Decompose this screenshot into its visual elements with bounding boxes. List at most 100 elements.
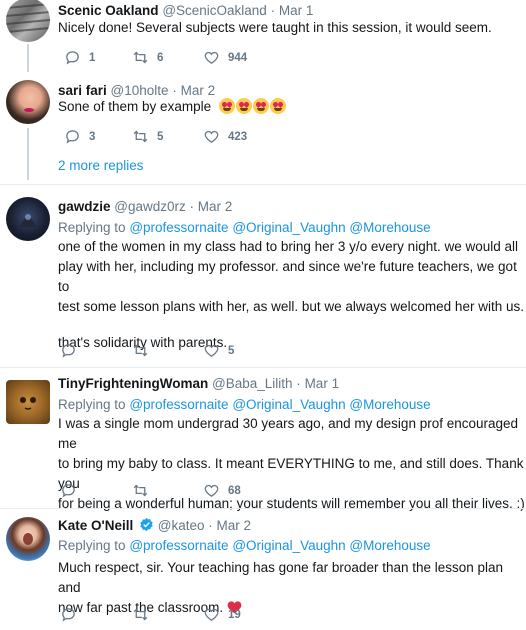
tweet-gawdzie[interactable]: gawdzie @gawdz0rz · Mar 2 Replying to @p… <box>0 185 526 365</box>
heart-eyes-emoji-group <box>218 98 287 114</box>
display-name[interactable]: gawdzie <box>58 199 111 214</box>
reply-icon <box>66 51 79 65</box>
tweet-text-body: Sone of them by example <box>58 99 212 114</box>
replying-to: Replying to @professornaite @Original_Va… <box>58 397 431 412</box>
replying-to: Replying to @professornaite @Original_Va… <box>58 220 431 235</box>
like-count: 423 <box>228 130 248 143</box>
separator-dot: · <box>208 518 213 533</box>
display-name[interactable]: Scenic Oakland <box>58 3 159 18</box>
mention-link[interactable]: @professornaite <box>129 397 228 412</box>
like-button[interactable]: 68 <box>203 482 241 499</box>
like-count: 68 <box>228 484 241 497</box>
timestamp[interactable]: Mar 2 <box>217 518 252 533</box>
tweet-text-line: play with her, including my professor. a… <box>58 259 517 294</box>
tweet-header: Kate O'Neill @kateo · Mar 2 <box>58 517 251 533</box>
avatar[interactable] <box>6 80 50 124</box>
mention-link[interactable]: @professornaite <box>129 538 228 553</box>
heart-icon <box>204 130 219 143</box>
handle[interactable]: @kateo <box>158 518 205 533</box>
tweet-kate-oneill[interactable]: Kate O'Neill @kateo · Mar 2 Replying to … <box>0 509 526 630</box>
avatar[interactable] <box>6 0 50 42</box>
retweet-button[interactable] <box>132 606 157 623</box>
timestamp[interactable]: Mar 1 <box>279 3 314 18</box>
mention-link[interactable]: @Original_Vaughn <box>232 220 345 235</box>
timestamp[interactable]: Mar 2 <box>181 83 216 98</box>
retweet-count: 6 <box>157 51 164 64</box>
heart-eyes-emoji <box>252 98 269 114</box>
retweet-button[interactable] <box>132 342 157 359</box>
reply-icon <box>62 608 75 622</box>
tweet-text: Much respect, sir. Your teaching has gon… <box>58 558 526 618</box>
reply-icon <box>62 344 75 358</box>
retweet-icon <box>133 344 148 357</box>
reply-button[interactable] <box>60 342 85 359</box>
reply-icon <box>66 130 79 144</box>
heart-eyes-emoji <box>235 98 252 114</box>
handle[interactable]: @Baba_Lilith <box>212 376 293 391</box>
timestamp[interactable]: Mar 2 <box>198 199 233 214</box>
retweet-icon <box>133 484 148 497</box>
tweet-text-line <box>58 317 526 333</box>
display-name[interactable]: Kate O'Neill <box>58 518 133 533</box>
replying-to-label: Replying to <box>58 397 126 412</box>
handle[interactable]: @10holte <box>111 83 169 98</box>
timestamp[interactable]: Mar 1 <box>305 376 340 391</box>
mention-link[interactable]: @professornaite <box>129 220 228 235</box>
display-name[interactable]: sari fari <box>58 83 107 98</box>
separator-dot: · <box>296 376 301 391</box>
avatar[interactable] <box>6 197 50 241</box>
like-count: 5 <box>228 344 235 357</box>
tweet-tinyfrighteningwoman[interactable]: TinyFrighteningWoman @Baba_Lilith · Mar … <box>0 368 526 511</box>
mention-link[interactable]: @Original_Vaughn <box>232 538 345 553</box>
avatar[interactable] <box>6 380 50 424</box>
separator-dot: · <box>189 199 195 214</box>
replying-to-label: Replying to <box>58 538 126 553</box>
heart-icon <box>204 484 219 497</box>
replying-to: Replying to @professornaite @Original_Va… <box>58 538 431 553</box>
heart-icon <box>204 608 219 621</box>
separator-dot: · <box>172 83 177 98</box>
retweet-icon <box>133 608 148 621</box>
reply-button[interactable] <box>60 606 85 623</box>
tweet-sari-fari[interactable]: sari fari @10holte · Mar 2 Sone of them … <box>0 72 526 182</box>
like-count: 19 <box>228 608 241 621</box>
retweet-count: 5 <box>157 130 164 143</box>
retweet-icon <box>133 51 148 64</box>
tweet-header: TinyFrighteningWoman @Baba_Lilith · Mar … <box>58 376 339 391</box>
reply-button[interactable]: 3 <box>64 128 95 145</box>
reply-button[interactable]: 1 <box>64 49 95 66</box>
avatar[interactable] <box>6 517 50 561</box>
like-button[interactable]: 423 <box>203 128 247 145</box>
tweet-text-line: I was a single mom undergrad 30 years ag… <box>58 416 519 451</box>
more-replies-link[interactable]: 2 more replies <box>58 158 144 173</box>
like-button[interactable]: 19 <box>203 606 241 623</box>
like-button[interactable]: 944 <box>203 49 247 66</box>
tweet-text: one of the women in my class had to brin… <box>58 237 526 353</box>
heart-icon <box>204 51 219 64</box>
tweet-header: sari fari @10holte · Mar 2 <box>58 83 215 98</box>
heart-eyes-emoji <box>269 98 286 114</box>
retweet-button[interactable]: 5 <box>132 128 163 145</box>
reply-button[interactable] <box>60 482 85 499</box>
mention-link[interactable]: @Morehouse <box>349 397 430 412</box>
mention-link[interactable]: @Morehouse <box>349 220 430 235</box>
tweet-header: gawdzie @gawdz0rz · Mar 2 <box>58 199 232 214</box>
like-button[interactable]: 5 <box>203 342 234 359</box>
mention-link[interactable]: @Original_Vaughn <box>232 397 345 412</box>
handle[interactable]: @ScenicOakland <box>162 3 267 18</box>
separator-dot: · <box>270 3 276 18</box>
reply-icon <box>62 484 75 498</box>
tweet-text-line: to bring my baby to class. It meant EVER… <box>58 456 524 491</box>
tweet-scenic-oakland[interactable]: Scenic Oakland @ScenicOakland · Mar 1 Ni… <box>0 0 526 72</box>
tweet-text-line: one of the women in my class had to brin… <box>58 239 518 254</box>
tweet-text-line: Much respect, sir. Your teaching has gon… <box>58 560 504 595</box>
tweet-text: I was a single mom undergrad 30 years ag… <box>58 414 526 514</box>
mention-link[interactable]: @Morehouse <box>349 538 430 553</box>
retweet-button[interactable]: 6 <box>132 49 163 66</box>
display-name[interactable]: TinyFrighteningWoman <box>58 376 208 391</box>
tweet-text: Nicely done! Several subjects were taugh… <box>58 20 492 35</box>
handle[interactable]: @gawdz0rz <box>114 199 185 214</box>
retweet-button[interactable] <box>132 482 157 499</box>
verified-badge-icon <box>140 517 153 532</box>
like-count: 944 <box>228 51 248 64</box>
